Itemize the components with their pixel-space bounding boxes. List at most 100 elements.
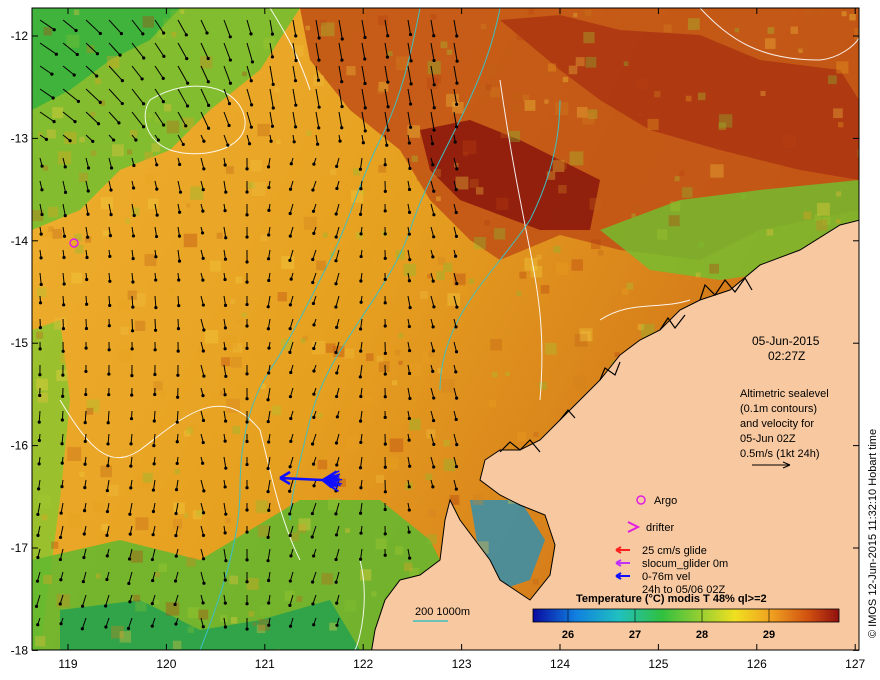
sst-pixel: [376, 474, 385, 483]
velocity-arrow-head: [288, 234, 292, 238]
y-tick-label: -18: [11, 643, 29, 657]
velocity-arrow-head: [59, 578, 63, 582]
velocity-arrow-head: [128, 512, 132, 516]
sst-pixel: [427, 534, 437, 545]
velocity-arrow-head: [117, 121, 121, 125]
velocity-arrow-head: [68, 139, 72, 143]
velocity-arrow-head: [383, 324, 387, 328]
velocity-arrow-head: [84, 369, 88, 374]
sst-pixel: [740, 193, 746, 199]
velocity-arrow-head: [76, 99, 81, 103]
velocity-arrow-head: [383, 301, 387, 305]
velocity-arrow-head: [359, 254, 363, 259]
velocity-arrow-head: [245, 558, 249, 562]
velocity-arrow-head: [407, 508, 411, 512]
velocity-arrow-head: [39, 232, 43, 236]
velocity-arrow-head: [334, 557, 338, 562]
velocity-arrow-head: [317, 126, 321, 130]
velocity-arrow-head: [153, 372, 157, 377]
sst-pixel: [305, 25, 311, 31]
velocity-arrow-head: [432, 442, 436, 446]
sst-pixel: [426, 429, 436, 439]
sst-pixel: [174, 469, 180, 475]
sst-pixel: [647, 118, 659, 131]
velocity-arrow-head: [201, 533, 206, 538]
velocity-arrow-head: [408, 305, 412, 310]
sst-pixel: [404, 562, 413, 572]
velocity-arrow-head: [288, 624, 293, 628]
velocity-arrow-head: [224, 419, 228, 423]
sst-pixel: [614, 17, 620, 23]
sst-pixel: [555, 101, 569, 116]
velocity-arrow-head: [201, 278, 205, 282]
velocity-arrow-head: [359, 440, 363, 445]
sst-pixel: [798, 40, 809, 51]
velocity-arrow-head: [154, 278, 158, 282]
sst-pixel: [440, 41, 448, 49]
velocity-arrow-head: [153, 348, 157, 352]
sst-pixel: [635, 205, 643, 213]
sst-pixel: [569, 151, 584, 166]
sst-pixel: [102, 230, 109, 236]
velocity-arrow-head: [58, 557, 63, 562]
velocity-arrow-head: [266, 327, 270, 331]
colorbar-tick-label: 27: [629, 629, 641, 641]
velocity-arrow-head: [407, 187, 412, 192]
velocity-arrow-head: [201, 557, 206, 561]
sst-pixel: [135, 517, 149, 531]
sst-pixel: [190, 186, 204, 200]
velocity-arrow-head: [223, 163, 227, 167]
velocity-arrow-head: [176, 395, 180, 399]
sst-pixel: [378, 361, 390, 373]
velocity-arrow-head: [334, 441, 339, 445]
velocity-arrow-head: [455, 59, 459, 63]
sst-pixel: [582, 9, 591, 19]
velocity-arrow-head: [358, 167, 363, 171]
x-tick-label: 123: [452, 657, 472, 671]
sst-pixel: [428, 351, 434, 357]
sst-pixel: [100, 465, 113, 478]
velocity-arrow-head: [96, 122, 101, 126]
velocity-arrow-head: [317, 58, 321, 62]
sst-pixel: [277, 292, 287, 302]
velocity-arrow-head: [228, 81, 233, 85]
velocity-arrow-head: [335, 601, 339, 605]
sst-pixel: [135, 320, 146, 331]
velocity-arrow-head: [334, 212, 338, 216]
sst-pixel: [386, 457, 399, 470]
velocity-arrow-head: [311, 257, 315, 262]
sst-pixel: [147, 198, 159, 210]
velocity-arrow-head: [39, 256, 43, 260]
velocity-arrow-head: [106, 421, 110, 425]
sst-pixel: [484, 220, 490, 226]
sst-pixel: [169, 286, 176, 293]
velocity-arrow-head: [155, 163, 159, 167]
velocity-arrow-head: [150, 624, 154, 628]
velocity-arrow-head: [408, 396, 412, 401]
sst-pixel: [329, 168, 337, 176]
velocity-arrow-head: [267, 346, 271, 350]
velocity-arrow-head: [177, 210, 182, 214]
velocity-arrow-head: [174, 488, 179, 492]
velocity-arrow-head: [383, 532, 387, 536]
velocity-arrow-head: [82, 555, 86, 560]
velocity-arrow-head: [107, 393, 111, 397]
sst-pixel: [532, 578, 539, 585]
velocity-arrow-head: [131, 256, 135, 261]
velocity-arrow-head: [245, 372, 249, 376]
velocity-arrow-head: [52, 28, 56, 32]
velocity-arrow-head: [454, 370, 458, 374]
velocity-arrow-head: [334, 259, 338, 263]
velocity-arrow-head: [80, 627, 84, 631]
velocity-arrow-head: [162, 54, 166, 58]
velocity-arrow-head: [315, 142, 320, 146]
velocity-arrow-head: [36, 533, 40, 537]
velocity-arrow-head: [35, 579, 40, 583]
sst-pixel: [718, 114, 733, 128]
sst-pixel: [158, 563, 167, 572]
sst-pixel: [430, 14, 437, 20]
sst-pixel: [540, 285, 550, 294]
velocity-arrow-head: [245, 346, 249, 350]
sst-pixel: [685, 95, 692, 102]
velocity-arrow-head: [249, 103, 254, 107]
